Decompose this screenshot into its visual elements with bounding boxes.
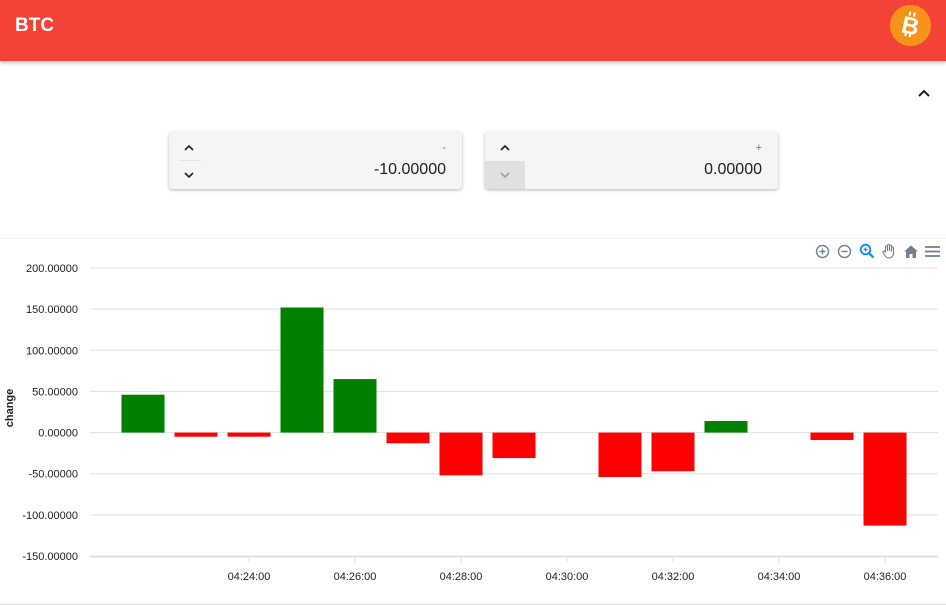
max-input-label: +	[755, 142, 762, 154]
chart-bar	[333, 379, 377, 433]
zoom-out-icon[interactable]	[836, 243, 853, 260]
menu-icon[interactable]	[924, 243, 941, 260]
x-tick-label: 04:34:00	[758, 571, 801, 583]
chart-bar	[439, 432, 483, 476]
chart-bar	[386, 432, 430, 444]
y-tick-label: 0.00000	[38, 428, 78, 440]
min-increment-button[interactable]	[169, 133, 209, 161]
chart-bar	[121, 394, 165, 433]
chart-bar	[492, 432, 536, 459]
chart-bar	[704, 421, 748, 433]
change-bar-chart: 200.00000 150.00000 100.00000 50.00000 0.000…	[4, 263, 938, 583]
chart-toolbar	[814, 242, 941, 260]
chevron-up-icon	[184, 144, 194, 151]
chevron-down-icon	[500, 172, 510, 179]
app-title: BTC	[15, 15, 55, 36]
y-tick-label: -150.00000	[22, 551, 78, 563]
chevron-up-icon	[918, 89, 930, 97]
app-bar: BTC B	[0, 0, 946, 61]
zoom-in-icon[interactable]	[814, 243, 831, 260]
reset-home-icon[interactable]	[902, 243, 919, 260]
x-tick-label: 04:26:00	[334, 571, 377, 583]
chart-bar	[810, 432, 854, 440]
chart-bar	[280, 307, 324, 433]
chevron-up-icon	[500, 144, 510, 151]
x-tick-label: 04:36:00	[864, 571, 907, 583]
x-tick-label: 04:32:00	[652, 571, 695, 583]
min-input-label: -	[442, 142, 446, 154]
bitcoin-logo-graphic: B	[890, 5, 931, 46]
pan-icon[interactable]	[880, 243, 897, 260]
min-input-value[interactable]: -10.00000	[374, 161, 446, 179]
y-tick-label: 100.00000	[26, 345, 78, 357]
x-tick-label: 04:24:00	[228, 571, 271, 583]
y-tick-label: 200.00000	[26, 263, 78, 275]
collapse-button[interactable]	[912, 82, 936, 104]
chart-bar	[863, 432, 907, 526]
x-tick-label: 04:28:00	[440, 571, 483, 583]
max-increment-button[interactable]	[485, 133, 525, 161]
max-decrement-button[interactable]	[485, 161, 525, 189]
chart-bar	[174, 432, 218, 437]
y-tick-label: 50.00000	[32, 386, 78, 398]
chevron-down-icon	[184, 172, 194, 179]
y-tick-label: -50.00000	[28, 469, 78, 481]
bitcoin-icon: B	[890, 5, 931, 46]
min-change-input[interactable]: - -10.00000	[169, 132, 462, 189]
chart-bar	[651, 432, 695, 472]
max-input-value[interactable]: 0.00000	[704, 161, 762, 179]
x-tick-label: 04:30:00	[546, 571, 589, 583]
min-decrement-button[interactable]	[169, 161, 209, 189]
y-axis-label: change	[4, 389, 16, 428]
chart-bar	[598, 432, 642, 478]
max-change-input[interactable]: + 0.00000	[485, 132, 778, 189]
chart-bar	[227, 432, 271, 437]
selection-zoom-icon[interactable]	[858, 243, 875, 260]
y-tick-label: 150.00000	[26, 304, 78, 316]
y-tick-label: -100.00000	[22, 510, 78, 522]
